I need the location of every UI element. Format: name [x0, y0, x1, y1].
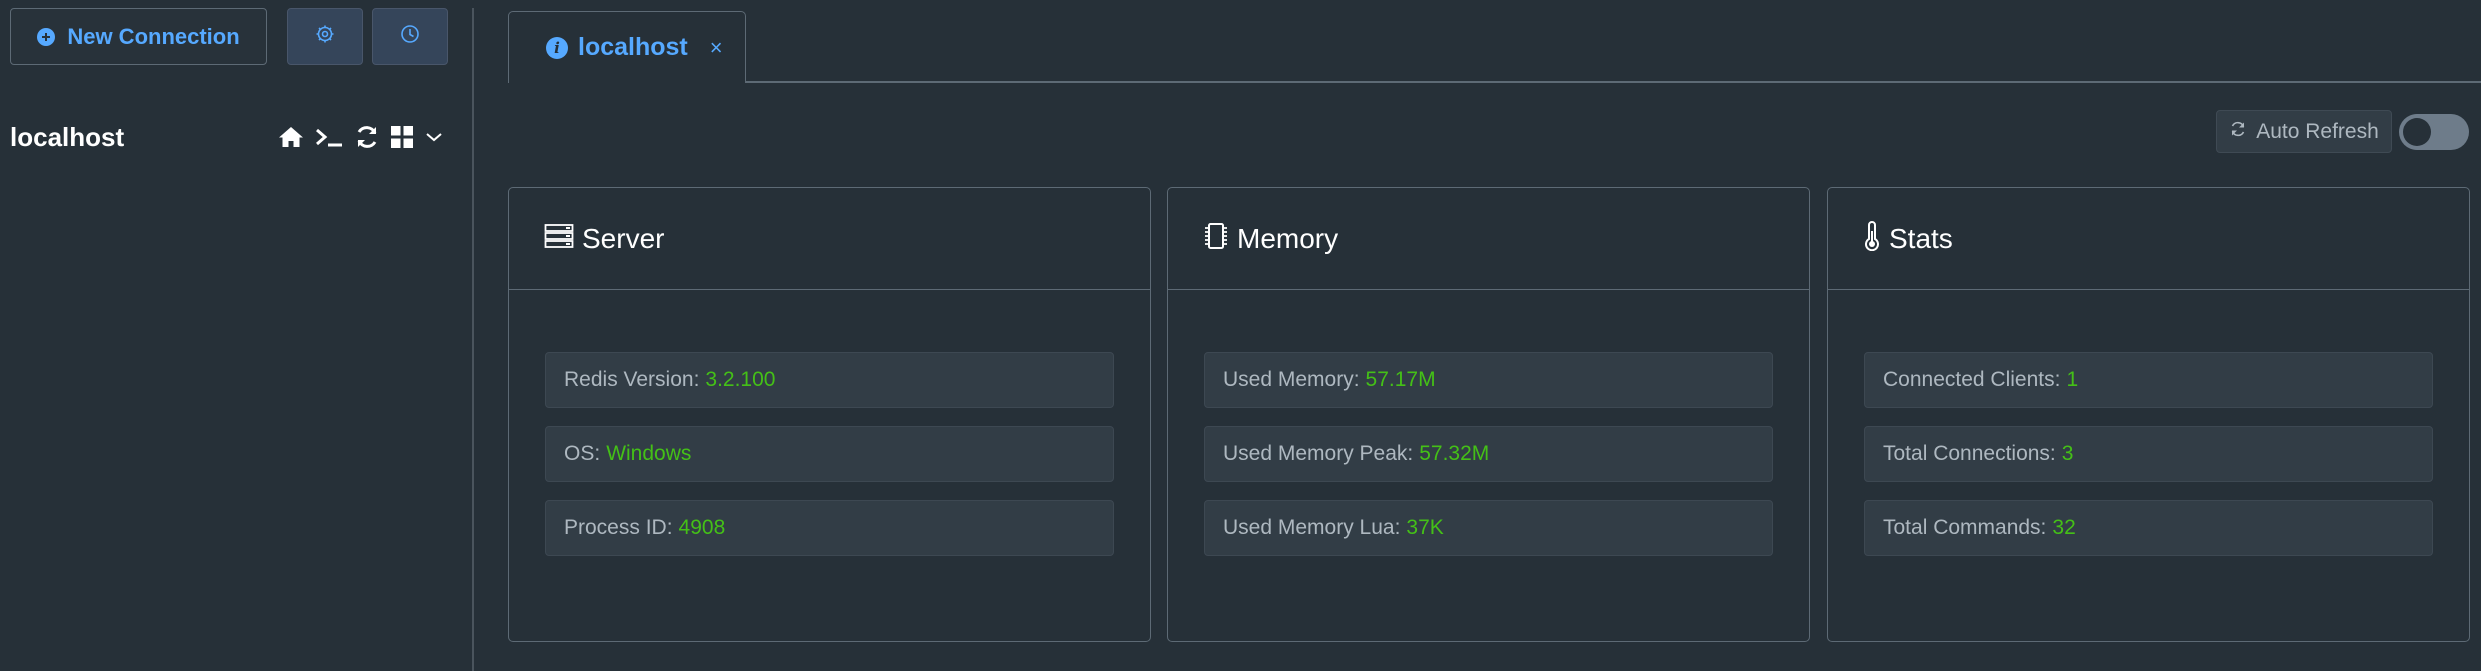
stat-label: Process ID: [564, 516, 673, 539]
tab-localhost[interactable]: i localhost × [508, 11, 746, 83]
stat-value: Windows [606, 442, 692, 465]
connection-name[interactable]: localhost [10, 122, 124, 153]
sidebar-resize-handle[interactable] [472, 8, 474, 671]
stat-total-commands: Total Commands: 32 [1864, 500, 2433, 556]
auto-refresh-label: Auto Refresh [2256, 119, 2379, 143]
home-icon[interactable] [278, 125, 304, 149]
server-card-header: Server [509, 188, 1150, 290]
stats-card-header: Stats [1828, 188, 2469, 290]
stat-process-id: Process ID: 4908 [545, 500, 1114, 556]
stat-value: 3.2.100 [705, 368, 776, 391]
chevron-down-icon[interactable] [424, 130, 444, 144]
memory-card: Memory Used Memory: 57.17M Used Memory P… [1167, 187, 1810, 642]
stats-card-title: Stats [1889, 222, 1953, 254]
grid-icon[interactable] [390, 125, 414, 149]
gear-icon [315, 24, 335, 49]
memory-card-title: Memory [1237, 222, 1339, 254]
new-connection-label: New Connection [67, 23, 240, 49]
thermometer-icon [1863, 221, 1881, 256]
new-connection-button[interactable]: New Connection [10, 8, 267, 65]
stat-label: Total Connections: [1883, 442, 2056, 465]
stat-connected-clients: Connected Clients: 1 [1864, 352, 2433, 408]
info-icon: i [546, 36, 568, 59]
stat-value: 1 [2066, 368, 2079, 391]
server-icon [544, 223, 574, 254]
auto-refresh-button[interactable]: Auto Refresh [2216, 110, 2392, 153]
tab-bar-border [508, 81, 2481, 83]
stat-used-memory: Used Memory: 57.17M [1204, 352, 1773, 408]
app-root: New Connection localhost i localhost × A… [0, 0, 2481, 671]
stat-label: Used Memory Peak: [1223, 442, 1414, 465]
stat-total-connections: Total Connections: 3 [1864, 426, 2433, 482]
stat-redis-version: Redis Version: 3.2.100 [545, 352, 1114, 408]
auto-refresh-toggle[interactable] [2399, 114, 2469, 150]
stat-value: 57.32M [1419, 442, 1490, 465]
connection-toolbar [278, 120, 444, 154]
server-card: Server Redis Version: 3.2.100 OS: Window… [508, 187, 1151, 642]
refresh-icon[interactable] [354, 124, 380, 150]
stat-os: OS: Windows [545, 426, 1114, 482]
refresh-icon [2229, 120, 2247, 144]
memory-chip-icon [1203, 222, 1229, 255]
stat-value: 3 [2061, 442, 2074, 465]
stat-label: Connected Clients: [1883, 368, 2061, 391]
stats-card-body: Connected Clients: 1 Total Connections: … [1828, 290, 2469, 556]
stat-used-memory-lua: Used Memory Lua: 37K [1204, 500, 1773, 556]
stat-value: 32 [2052, 516, 2076, 539]
memory-card-header: Memory [1168, 188, 1809, 290]
stat-label: Used Memory: [1223, 368, 1360, 391]
stat-used-memory-peak: Used Memory Peak: 57.32M [1204, 426, 1773, 482]
terminal-icon[interactable] [314, 125, 344, 149]
history-button[interactable] [372, 8, 448, 65]
stat-label: OS: [564, 442, 601, 465]
stats-card: Stats Connected Clients: 1 Total Connect… [1827, 187, 2470, 642]
sidebar: New Connection localhost [0, 0, 473, 671]
stat-value: 4908 [678, 516, 726, 539]
stat-label: Redis Version: [564, 368, 700, 391]
server-card-title: Server [582, 222, 665, 254]
plus-circle-icon [37, 27, 56, 46]
server-card-body: Redis Version: 3.2.100 OS: Windows Proce… [509, 290, 1150, 556]
clock-icon [400, 24, 420, 49]
settings-button[interactable] [287, 8, 363, 65]
memory-card-body: Used Memory: 57.17M Used Memory Peak: 57… [1168, 290, 1809, 556]
toggle-knob [2403, 118, 2431, 146]
stat-value: 57.17M [1365, 368, 1436, 391]
tab-close-icon[interactable]: × [710, 35, 723, 61]
stat-label: Total Commands: [1883, 516, 2047, 539]
tab-label: localhost [578, 33, 688, 61]
stat-label: Used Memory Lua: [1223, 516, 1401, 539]
stat-value: 37K [1406, 516, 1444, 539]
